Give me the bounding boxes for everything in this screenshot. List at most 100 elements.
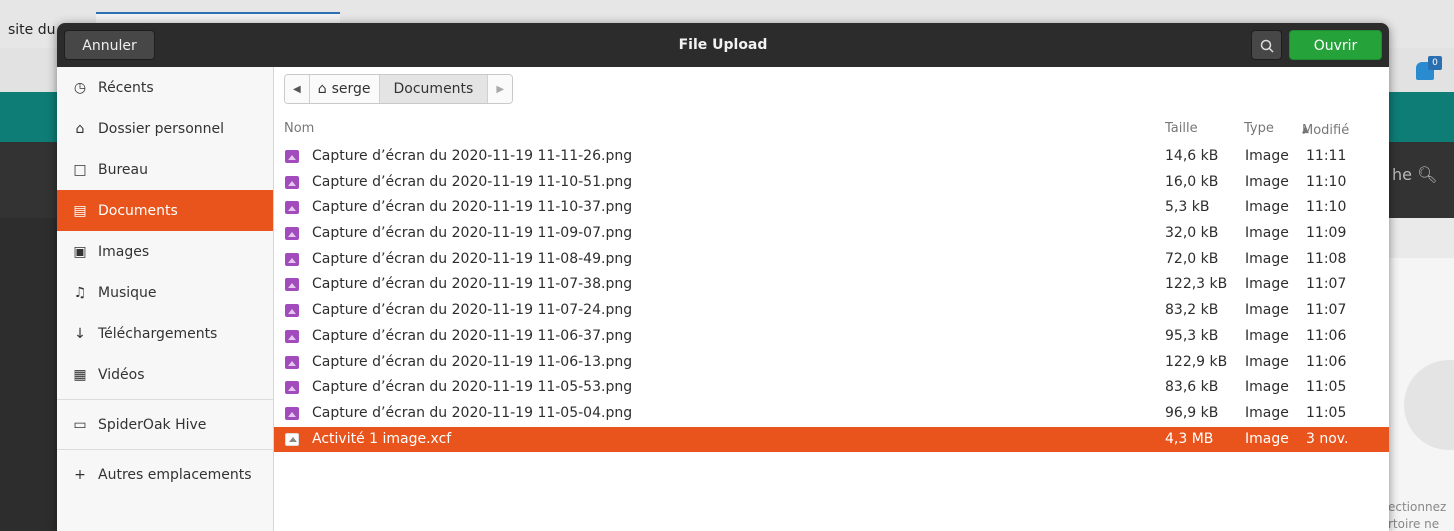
file-modified: 11:07 — [1306, 276, 1347, 293]
site-search-fragment: he 🔍︎ — [1392, 165, 1438, 184]
home-icon: ⌂ — [317, 81, 327, 97]
breadcrumb-forward-button[interactable]: ▶ — [488, 75, 513, 103]
file-size: 83,6 kB — [1165, 379, 1219, 396]
open-button[interactable]: Ouvrir — [1289, 30, 1382, 60]
music-icon: ♫ — [73, 284, 87, 301]
file-type: Image — [1245, 148, 1289, 164]
table-row[interactable]: Capture d’écran du 2020-11-19 11-09-07.p… — [274, 221, 1389, 247]
file-size: 96,9 kB — [1165, 404, 1219, 421]
sidebar-item-label: Documents — [98, 202, 178, 219]
sidebar-item-label: Dossier personnel — [98, 120, 225, 137]
sidebar-item-label: Images — [98, 243, 150, 260]
site-sidebar — [0, 218, 60, 531]
column-header-type[interactable]: Type — [1244, 121, 1274, 136]
file-modified: 11:05 — [1306, 404, 1347, 421]
file-name: Capture d’écran du 2020-11-19 11-08-49.p… — [312, 250, 633, 267]
file-modified: 11:08 — [1306, 250, 1347, 267]
column-header-size[interactable]: Taille — [1165, 121, 1198, 136]
file-size: 122,3 kB — [1165, 276, 1228, 293]
sidebar-item-spideroak[interactable]: ▭ SpiderOak Hive — [57, 404, 273, 445]
sidebar-item-documents[interactable]: ▤ Documents — [57, 190, 273, 231]
sidebar-item-downloads[interactable]: ↓ Téléchargements — [57, 313, 273, 354]
file-size: 32,0 kB — [1165, 225, 1219, 242]
sidebar-item-home[interactable]: ⌂ Dossier personnel — [57, 108, 273, 149]
video-icon: ▦ — [73, 366, 87, 383]
file-type: Image — [1245, 225, 1289, 242]
file-name: Capture d’écran du 2020-11-19 11-06-13.p… — [312, 353, 633, 370]
file-browser: ◀ ⌂ serge Documents ▶ Nom Taille Type Mo… — [274, 67, 1389, 531]
chevron-right-icon: ▶ — [496, 83, 505, 95]
column-header-name[interactable]: Nom — [284, 121, 314, 136]
file-upload-dialog: Annuler File Upload Ouvrir ◷ Récents ⌂ D… — [57, 23, 1389, 531]
chevron-left-icon: ◀ — [293, 83, 301, 95]
table-row[interactable]: Capture d’écran du 2020-11-19 11-05-53.p… — [274, 375, 1389, 401]
breadcrumb-back-button[interactable]: ◀ — [285, 75, 310, 103]
file-modified: 3 nov. — [1306, 430, 1349, 447]
sidebar-item-videos[interactable]: ▦ Vidéos — [57, 354, 273, 395]
table-row[interactable]: Capture d’écran du 2020-11-19 11-05-04.p… — [274, 401, 1389, 427]
image-icon: ▣ — [73, 243, 87, 260]
file-modified: 11:06 — [1306, 353, 1347, 370]
file-name: Activité 1 image.xcf — [312, 430, 452, 447]
file-size: 122,9 kB — [1165, 353, 1228, 370]
file-name: Capture d’écran du 2020-11-19 11-07-38.p… — [312, 276, 633, 293]
dialog-title: File Upload — [678, 37, 768, 53]
file-name: Capture d’écran du 2020-11-19 11-11-26.p… — [312, 148, 633, 164]
table-row[interactable]: Capture d’écran du 2020-11-19 11-10-37.p… — [274, 195, 1389, 221]
breadcrumb-home[interactable]: ⌂ serge — [309, 75, 380, 103]
image-file-icon — [285, 227, 299, 241]
search-button[interactable] — [1251, 30, 1282, 60]
sidebar-item-recents[interactable]: ◷ Récents — [57, 67, 273, 108]
image-file-icon — [285, 381, 299, 395]
file-type: Image — [1245, 302, 1289, 319]
file-size: 14,6 kB — [1165, 148, 1219, 164]
clock-icon: ◷ — [73, 79, 87, 96]
file-modified: 11:09 — [1306, 225, 1347, 242]
file-modified: 11:06 — [1306, 327, 1347, 344]
table-row[interactable]: Capture d’écran du 2020-11-19 11-06-13.p… — [274, 350, 1389, 376]
image-file-icon — [285, 278, 299, 292]
sidebar-item-label: Musique — [98, 284, 157, 301]
file-type: Image — [1245, 404, 1289, 421]
sidebar-item-music[interactable]: ♫ Musique — [57, 272, 273, 313]
table-row[interactable]: Activité 1 image.xcf 4,3 MB Image 3 nov. — [274, 426, 1389, 453]
table-row[interactable]: Capture d’écran du 2020-11-19 11-07-24.p… — [274, 298, 1389, 324]
sidebar-item-label: Autres emplacements — [98, 466, 252, 483]
file-type: Image — [1245, 353, 1289, 370]
file-type: Image — [1245, 173, 1289, 190]
breadcrumb-current-label: Documents — [393, 81, 474, 97]
image-file-icon — [285, 150, 299, 163]
file-size: 72,0 kB — [1165, 250, 1219, 267]
file-type: Image — [1245, 199, 1289, 216]
sidebar-item-desktop[interactable]: □ Bureau — [57, 149, 273, 190]
table-row[interactable]: Capture d’écran du 2020-11-19 11-06-37.p… — [274, 324, 1389, 350]
document-icon: ▤ — [73, 202, 87, 219]
table-row[interactable]: Capture d’écran du 2020-11-19 11-08-49.p… — [274, 247, 1389, 273]
file-size: 83,2 kB — [1165, 302, 1219, 319]
cancel-button[interactable]: Annuler — [64, 30, 155, 60]
places-sidebar: ◷ Récents ⌂ Dossier personnel □ Bureau ▤… — [57, 67, 274, 531]
sidebar-item-label: Vidéos — [98, 366, 145, 383]
file-list: Capture d’écran du 2020-11-19 11-11-26.p… — [274, 144, 1389, 453]
file-modified: 11:11 — [1306, 148, 1347, 164]
breadcrumb-current[interactable]: Documents — [379, 75, 489, 103]
file-type: Image — [1245, 276, 1289, 293]
file-name: Capture d’écran du 2020-11-19 11-05-04.p… — [312, 404, 633, 421]
file-modified: 11:10 — [1306, 173, 1347, 190]
search-icon[interactable]: 🔍︎ — [1417, 165, 1437, 184]
file-modified: 11:07 — [1306, 302, 1347, 319]
home-icon: ⌂ — [75, 120, 85, 137]
table-row[interactable]: Capture d’écran du 2020-11-19 11-11-26.p… — [274, 144, 1389, 170]
file-size: 4,3 MB — [1165, 430, 1214, 447]
sidebar-item-label: SpiderOak Hive — [98, 416, 207, 433]
folder-icon: ▭ — [73, 416, 87, 433]
sidebar-item-images[interactable]: ▣ Images — [57, 231, 273, 272]
table-row[interactable]: Capture d’écran du 2020-11-19 11-10-51.p… — [274, 170, 1389, 196]
sidebar-item-other-locations[interactable]: + Autres emplacements — [57, 454, 273, 495]
notification-badge: 0 — [1428, 56, 1442, 70]
column-header-modified[interactable]: Modifié ▲ — [1302, 121, 1349, 138]
sidebar-separator — [57, 449, 273, 450]
dialog-header: Annuler File Upload Ouvrir — [57, 23, 1389, 67]
table-row[interactable]: Capture d’écran du 2020-11-19 11-07-38.p… — [274, 272, 1389, 298]
sidebar-item-label: Récents — [98, 79, 154, 96]
